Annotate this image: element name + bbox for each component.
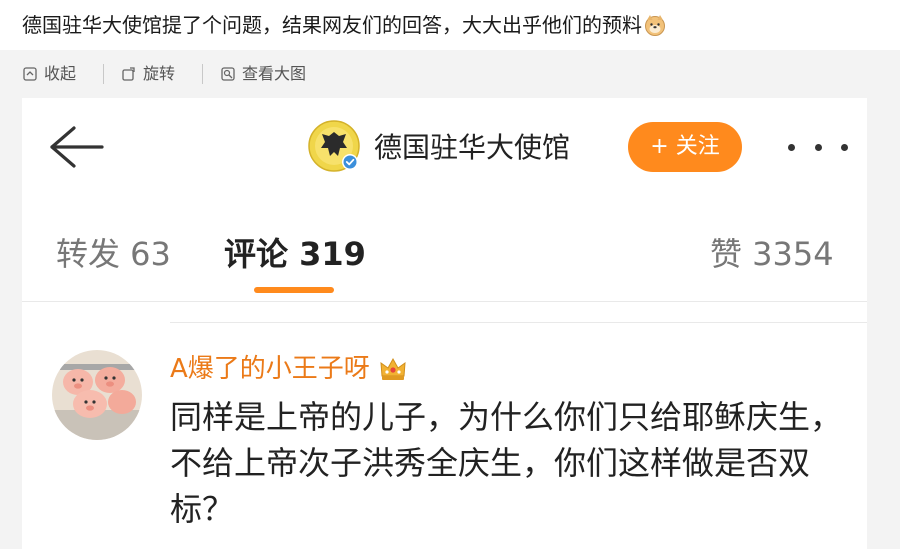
image-action-bar: 收起 旋转 查看大图 xyxy=(0,50,900,98)
view-large-label: 查看大图 xyxy=(242,64,307,83)
account-name[interactable]: 德国驻华大使馆 xyxy=(374,128,570,168)
collapse-button[interactable]: 收起 xyxy=(22,64,76,84)
rotate-icon xyxy=(122,67,135,81)
tab-likes[interactable]: 赞 3354 xyxy=(710,226,834,282)
crown-badge-icon xyxy=(380,357,406,380)
tab-comments[interactable]: 评论 319 xyxy=(224,226,366,282)
post-title-text: 德国驻华大使馆提了个问题，结果网友们的回答，大大出乎他们的预料 xyxy=(22,13,642,37)
interaction-tabs: 转发 63 评论 319 赞 3354 xyxy=(22,226,867,302)
weibo-post-screenshot: 德国驻华大使馆 + 关注 转发 63 评论 319 赞 3354 A爆了的小王子… xyxy=(22,98,867,549)
follow-button[interactable]: + 关注 xyxy=(628,122,742,172)
rotate-button[interactable]: 旋转 xyxy=(121,64,175,84)
action-divider xyxy=(103,64,104,84)
screenshot-frame: 德国驻华大使馆 + 关注 转发 63 评论 319 赞 3354 A爆了的小王子… xyxy=(0,98,900,549)
active-tab-indicator xyxy=(254,287,334,293)
comment-author[interactable]: A爆了的小王子呀 xyxy=(170,351,408,387)
collapse-icon xyxy=(23,67,37,81)
comment-author-name: A爆了的小王子呀 xyxy=(170,354,370,384)
more-options-icon[interactable] xyxy=(788,132,848,162)
post-title: 德国驻华大使馆提了个问题，结果网友们的回答，大大出乎他们的预料 xyxy=(22,8,666,42)
comment-text: 同样是上帝的儿子，为什么你们只给耶稣庆生，不给上帝次子洪秀全庆生，你们这样做是否… xyxy=(170,398,843,528)
view-large-icon xyxy=(221,67,235,81)
rotate-label: 旋转 xyxy=(143,64,176,83)
avatar[interactable] xyxy=(52,350,142,440)
embassy-logo-icon xyxy=(308,120,360,172)
collapse-label: 收起 xyxy=(44,64,77,83)
tab-reposts[interactable]: 转发 63 xyxy=(56,226,171,282)
back-arrow-icon[interactable] xyxy=(46,122,106,172)
doge-emoji-icon xyxy=(644,12,666,36)
comment-divider xyxy=(170,322,867,323)
action-divider xyxy=(202,64,203,84)
tabs-divider xyxy=(22,301,867,302)
view-large-button[interactable]: 查看大图 xyxy=(220,64,306,84)
